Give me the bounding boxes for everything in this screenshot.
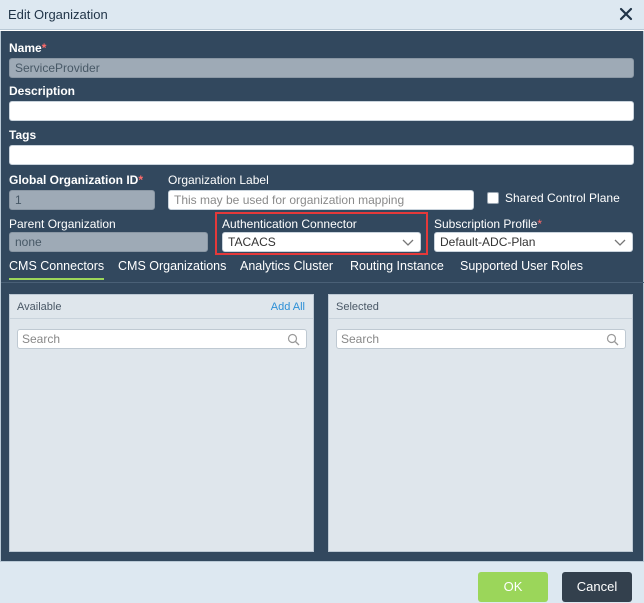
- search-icon: [287, 333, 300, 346]
- available-search-input[interactable]: Search: [17, 329, 307, 349]
- description-field[interactable]: [9, 101, 634, 121]
- cancel-button[interactable]: Cancel: [562, 572, 632, 602]
- available-list-panel: Available Add All Search: [9, 294, 314, 552]
- close-icon[interactable]: [616, 4, 636, 24]
- auth-connector-highlight: [215, 212, 428, 255]
- parent-org-label: Parent Organization: [9, 217, 116, 231]
- dialog-footer: OK Cancel: [0, 561, 644, 603]
- parent-org-field[interactable]: none: [9, 232, 208, 252]
- name-label: Name*: [9, 41, 47, 55]
- global-org-id-field[interactable]: 1: [9, 190, 155, 210]
- selected-search-placeholder: Search: [341, 332, 380, 346]
- global-org-id-label: Global Organization ID*: [9, 173, 144, 187]
- search-icon: [606, 333, 619, 346]
- subscription-profile-label: Subscription Profile*: [434, 217, 543, 231]
- available-title: Available: [17, 301, 62, 313]
- add-all-link[interactable]: Add All: [271, 301, 305, 313]
- available-search-placeholder: Search: [22, 332, 61, 346]
- subscription-profile-select[interactable]: Default-ADC-Plan: [434, 232, 633, 252]
- shared-control-plane-checkbox[interactable]: [487, 192, 499, 204]
- tab-bar: CMS Connectors CMS Organizations Analyti…: [1, 253, 644, 283]
- tags-field[interactable]: [9, 145, 634, 165]
- name-field[interactable]: ServiceProvider: [9, 58, 634, 78]
- shared-control-plane-label: Shared Control Plane: [505, 191, 620, 205]
- chevron-down-icon: [614, 236, 626, 248]
- subscription-profile-value: Default-ADC-Plan: [440, 235, 536, 249]
- selected-search-input[interactable]: Search: [336, 329, 626, 349]
- available-header: Available Add All: [10, 295, 313, 319]
- selected-list-panel: Selected Search: [328, 294, 633, 552]
- selected-title: Selected: [336, 301, 379, 313]
- tab-analytics-cluster[interactable]: Analytics Cluster: [240, 259, 333, 278]
- dialog-title: Edit Organization: [8, 7, 108, 22]
- description-label: Description: [9, 84, 76, 98]
- org-label-field[interactable]: This may be used for organization mappin…: [168, 190, 474, 210]
- selected-header: Selected: [329, 295, 632, 319]
- dialog-title-bar: Edit Organization: [0, 0, 644, 30]
- tab-routing-instance[interactable]: Routing Instance: [350, 259, 444, 278]
- form-panel: Name* ServiceProvider Description Tags G…: [0, 31, 644, 561]
- tab-cms-organizations[interactable]: CMS Organizations: [118, 259, 226, 278]
- tab-divider: [1, 282, 644, 283]
- org-label-label: Organization Label: [168, 173, 269, 187]
- ok-button[interactable]: OK: [478, 572, 548, 602]
- tags-label: Tags: [9, 128, 37, 142]
- tab-supported-user-roles[interactable]: Supported User Roles: [460, 259, 583, 278]
- tab-cms-connectors[interactable]: CMS Connectors: [9, 259, 105, 280]
